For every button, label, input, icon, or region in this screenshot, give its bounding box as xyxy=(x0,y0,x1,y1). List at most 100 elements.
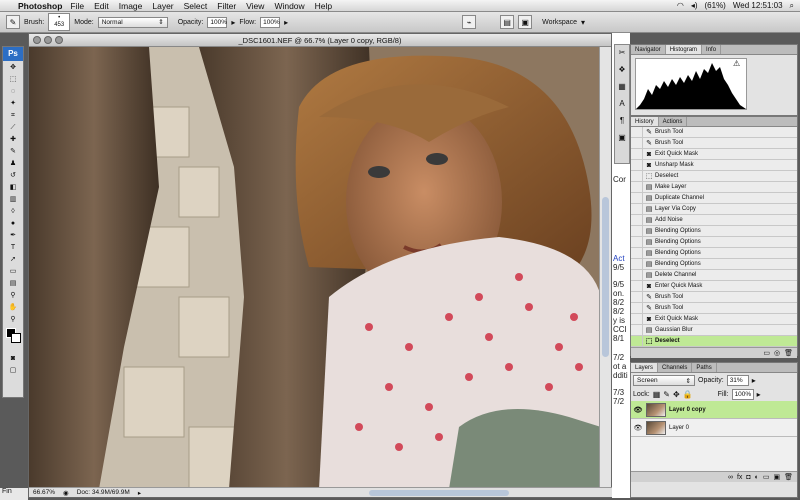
history-item[interactable]: ◙ Exit Quick Mask xyxy=(631,313,797,325)
slice-tool-icon[interactable]: ⟋ xyxy=(5,122,21,133)
history-source-checkbox[interactable] xyxy=(631,247,643,259)
minimize-icon[interactable] xyxy=(44,36,52,44)
history-source-checkbox[interactable] xyxy=(631,181,643,193)
menu-select[interactable]: Select xyxy=(184,1,208,11)
background-color[interactable] xyxy=(11,333,21,343)
history-source-checkbox[interactable] xyxy=(631,302,643,314)
trash-icon[interactable]: 🗑 xyxy=(784,473,793,481)
snapshot-icon[interactable]: ◎ xyxy=(774,349,780,357)
brush-picker[interactable]: • 453 xyxy=(48,13,71,31)
layer-thumbnail[interactable] xyxy=(646,420,666,435)
history-source-checkbox[interactable] xyxy=(631,159,643,171)
app-menu[interactable]: Photoshop xyxy=(18,1,62,11)
scroll-thumb[interactable] xyxy=(602,197,609,357)
layer-comps-icon[interactable]: ▣ xyxy=(616,133,628,147)
healing-brush-tool-icon[interactable]: ✚ xyxy=(5,134,21,145)
chevron-right-icon[interactable]: ▸ xyxy=(138,489,141,497)
spotlight-icon[interactable]: ⌕ xyxy=(790,1,794,11)
dock-item[interactable]: Fin xyxy=(0,488,28,500)
notes-tool-icon[interactable]: ▤ xyxy=(5,278,21,289)
history-item[interactable]: ▤ Blending Options xyxy=(631,258,797,270)
blend-mode-select[interactable]: Screen ⇕ xyxy=(633,375,695,386)
brush-tool-icon[interactable]: ✎ xyxy=(5,146,21,157)
clone-stamp-tool-icon[interactable]: ♟ xyxy=(5,158,21,169)
mode-select[interactable]: Normal ⇕ xyxy=(97,16,168,28)
history-source-checkbox[interactable] xyxy=(631,170,643,182)
move-tool-icon[interactable]: ✥ xyxy=(5,62,21,73)
palette-well-icon[interactable]: ▤ xyxy=(500,15,515,29)
history-item[interactable]: ▤ Gaussian Blur xyxy=(631,324,797,336)
eye-icon[interactable]: 👁 xyxy=(633,424,643,432)
trash-icon[interactable]: 🗑 xyxy=(784,349,793,357)
new-document-from-state-icon[interactable]: ▭ xyxy=(763,349,770,357)
history-source-checkbox[interactable] xyxy=(631,148,643,160)
history-source-checkbox[interactable] xyxy=(631,236,643,248)
history-item[interactable]: ▤ Blending Options xyxy=(631,247,797,259)
tab-histogram[interactable]: Histogram xyxy=(665,45,703,54)
history-source-checkbox[interactable] xyxy=(631,313,643,325)
shape-tool-icon[interactable]: ▭ xyxy=(5,266,21,277)
history-source-checkbox[interactable] xyxy=(631,214,643,226)
history-item[interactable]: ⬚ Deselect xyxy=(631,335,797,347)
blur-tool-icon[interactable]: ◊ xyxy=(5,206,21,217)
clone-source-icon[interactable]: ▦ xyxy=(616,82,628,96)
new-layer-icon[interactable]: ▣ xyxy=(773,473,780,481)
tab-layers[interactable]: Layers xyxy=(631,363,659,372)
clock[interactable]: Wed 12:51:03 xyxy=(733,1,783,10)
history-source-checkbox[interactable] xyxy=(631,126,643,138)
status-camera-icon[interactable]: ◉ xyxy=(63,489,69,497)
image-canvas[interactable] xyxy=(29,47,601,489)
workspace-menu[interactable]: Workspace xyxy=(542,19,577,26)
adjustment-icon[interactable]: ◐ xyxy=(755,474,759,481)
mask-icon[interactable]: ◘ xyxy=(746,474,750,481)
layer-thumbnail[interactable] xyxy=(646,402,666,417)
history-source-checkbox[interactable] xyxy=(631,258,643,270)
history-source-checkbox[interactable] xyxy=(631,225,643,237)
eye-icon[interactable]: 👁 xyxy=(633,406,643,414)
layer-name[interactable]: Layer 0 xyxy=(669,425,689,431)
tab-actions[interactable]: Actions xyxy=(659,117,688,126)
chevron-right-icon[interactable]: ▸ xyxy=(231,18,235,27)
brushes-icon[interactable]: ❖ xyxy=(616,65,628,79)
history-brush-tool-icon[interactable]: ↺ xyxy=(5,170,21,181)
zoom-icon[interactable] xyxy=(55,36,63,44)
magic-wand-tool-icon[interactable]: ✦ xyxy=(5,98,21,109)
layer-row[interactable]: 👁 Layer 0 xyxy=(631,419,797,437)
link-icon[interactable]: ∞ xyxy=(728,474,733,481)
flow-field[interactable]: 100% xyxy=(260,16,281,28)
history-item[interactable]: ✎ Brush Tool xyxy=(631,126,797,138)
chevron-right-icon[interactable]: ▸ xyxy=(757,390,761,399)
folder-icon[interactable]: ▭ xyxy=(763,473,770,481)
crop-tool-icon[interactable]: ⌗ xyxy=(5,110,21,121)
tab-navigator[interactable]: Navigator xyxy=(631,45,666,54)
tab-info[interactable]: Info xyxy=(702,45,722,54)
menu-edit[interactable]: Edit xyxy=(94,1,109,11)
chevron-right-icon[interactable]: ▸ xyxy=(752,376,756,385)
history-source-checkbox[interactable] xyxy=(631,137,643,149)
menu-filter[interactable]: Filter xyxy=(217,1,236,11)
chevron-down-icon[interactable]: ▾ xyxy=(581,18,585,27)
tool-preset-button[interactable]: ✎ xyxy=(6,15,20,29)
history-item[interactable]: ◙ Unsharp Mask xyxy=(631,159,797,171)
path-selection-tool-icon[interactable]: ➚ xyxy=(5,254,21,265)
history-item[interactable]: ✎ Brush Tool xyxy=(631,137,797,149)
fx-icon[interactable]: fx xyxy=(737,474,742,481)
layer-name[interactable]: Layer 0 copy xyxy=(669,407,706,413)
eyedropper-tool-icon[interactable]: ⚲ xyxy=(5,290,21,301)
zoom-tool-icon[interactable]: ⚲ xyxy=(5,314,21,325)
history-source-checkbox[interactable] xyxy=(631,192,643,204)
lock-transparency-icon[interactable]: ▦ xyxy=(653,390,661,399)
lock-all-icon[interactable]: 🔒 xyxy=(683,390,693,399)
vertical-scrollbar[interactable] xyxy=(599,47,611,489)
tool-presets-icon[interactable]: ✂ xyxy=(616,48,628,62)
warning-icon[interactable]: ⚠ xyxy=(733,59,740,68)
paragraph-icon[interactable]: ¶ xyxy=(616,116,628,130)
menu-help[interactable]: Help xyxy=(315,1,332,11)
history-item[interactable]: ▤ Duplicate Channel xyxy=(631,192,797,204)
history-source-checkbox[interactable] xyxy=(631,280,643,292)
tab-paths[interactable]: Paths xyxy=(692,363,717,372)
history-item[interactable]: ◙ Exit Quick Mask xyxy=(631,148,797,160)
ps-logo[interactable]: Ps xyxy=(3,47,23,61)
dodge-tool-icon[interactable]: ● xyxy=(5,218,21,229)
history-source-checkbox[interactable] xyxy=(631,335,643,347)
